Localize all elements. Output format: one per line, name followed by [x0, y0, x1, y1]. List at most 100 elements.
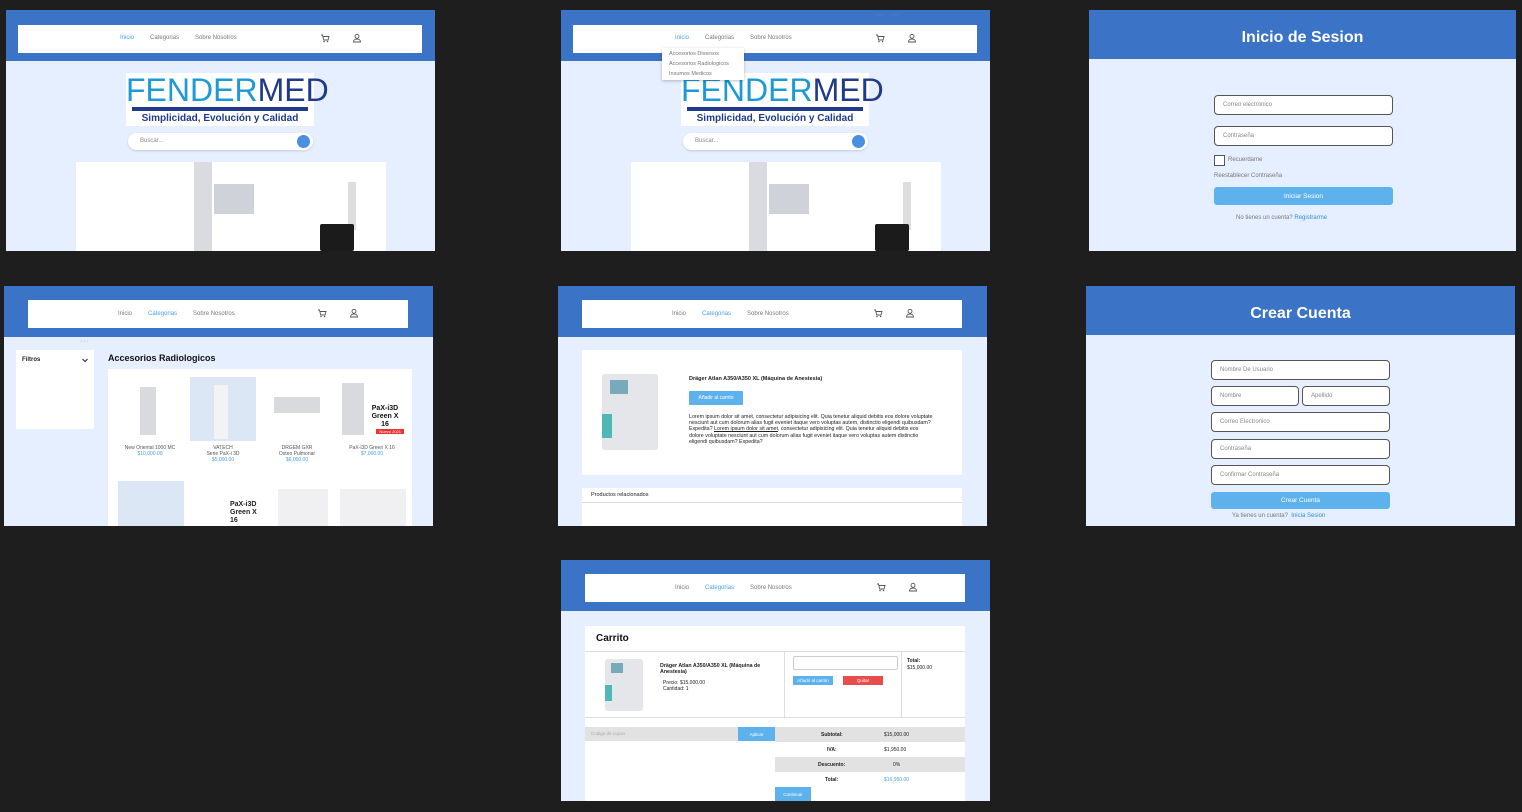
username-field[interactable]: Nombre De Usuario	[1211, 360, 1390, 380]
add-to-cart-button[interactable]: Añadir al carrito	[793, 676, 833, 685]
user-icon[interactable]	[905, 308, 915, 318]
filters-panel[interactable]: Filtros	[16, 350, 94, 429]
page-title: Crear Cuenta	[1250, 305, 1351, 322]
cart-icon[interactable]	[876, 582, 886, 592]
product-card[interactable]: New Oriental 1000 MC $10,000.00	[118, 377, 182, 457]
nav-categories[interactable]: Categorias	[705, 585, 734, 591]
frame-product-detail: Inicio Categorias Sobre Nosotros Dräger …	[558, 286, 987, 526]
categories-dropdown: Accesorios Diversos Accesorios Radiologi…	[662, 48, 744, 80]
related-products: Productos relacionados	[582, 488, 962, 526]
user-icon[interactable]	[349, 308, 359, 318]
product-grid: New Oriental 1000 MC $10,000.00 VATECH S…	[108, 369, 412, 526]
search-bar[interactable]: Buscar...	[683, 133, 868, 150]
user-icon[interactable]	[907, 33, 917, 43]
frame-cart: Inicio Categorias Sobre Nosotros Carrito…	[561, 560, 990, 801]
search-bar[interactable]: Buscar...	[128, 133, 313, 150]
nav-home[interactable]: Inicio	[675, 585, 689, 591]
frame-register: Crear Cuenta Nombre De Usuario Nombre Ap…	[1086, 286, 1515, 526]
cart-item-image	[605, 659, 643, 711]
search-input[interactable]: Buscar...	[140, 138, 163, 144]
page-title: Inicio de Sesion	[1241, 29, 1364, 46]
nav-about[interactable]: Sobre Nosotros	[193, 311, 235, 317]
nav-home[interactable]: Inicio	[118, 311, 132, 317]
detector-panel-image	[320, 224, 354, 251]
frame-home-dropdown: ··· ··· Inicio Categorias Sobre Nosotros…	[561, 10, 990, 251]
nav-categories[interactable]: Categorias	[148, 311, 177, 317]
product-image	[602, 374, 658, 450]
product-description: Lorem ipsum dolor sit amet, consectetur …	[689, 414, 933, 445]
nav-about[interactable]: Sobre Nosotros	[195, 35, 237, 41]
add-to-cart-button[interactable]: Añadir al carrito	[689, 391, 743, 405]
frame-home: Inicio Categorias Sobre Nosotros FENDERM…	[6, 10, 435, 251]
dropdown-item[interactable]: Accesorios Diversos	[662, 49, 744, 59]
navbar: Inicio Categorias Sobre Nosotros	[573, 25, 977, 53]
search-icon[interactable]	[297, 135, 310, 148]
navbar: Inicio Categorias Sobre Nosotros	[585, 574, 965, 602]
nav-categories[interactable]: Categorias	[705, 35, 734, 41]
remember-label: Recuerdame	[1228, 157, 1263, 163]
chevron-down-icon[interactable]	[82, 358, 88, 363]
dropdown-item[interactable]: Accesorios Radiologicos	[662, 59, 744, 69]
nav-home[interactable]: Inicio	[672, 311, 686, 317]
frame-login: Inicio de Sesion Correo electronico Cont…	[1089, 10, 1516, 251]
brand-logo: FENDERMED Simplicidad, Evolución y Calid…	[126, 72, 329, 126]
create-account-button[interactable]: Crear Cuenta	[1211, 492, 1390, 509]
product-detail-panel: Dräger Atlan A350/A350 XL (Máquina de An…	[582, 350, 962, 475]
product-card[interactable]	[118, 481, 184, 526]
nav-home[interactable]: Inicio	[675, 35, 689, 41]
cart-icon[interactable]	[873, 308, 883, 318]
quantity-input[interactable]	[793, 656, 898, 670]
new-badge: Nuevo 2021	[376, 429, 404, 434]
password-field[interactable]: Contraseña	[1211, 439, 1390, 459]
order-summary: Subtotal: $15,000.00 IVA: $1,950.00 Desc…	[775, 727, 965, 787]
last-name-field[interactable]: Apellido	[1302, 386, 1390, 406]
user-icon[interactable]	[352, 33, 362, 43]
password-field[interactable]: Contraseña	[1214, 126, 1393, 146]
product-card[interactable]: VATECH Serie PaX-i 3D $5,000.00	[190, 377, 256, 463]
hero-banner	[631, 162, 941, 251]
continue-button[interactable]: Continuar	[775, 787, 811, 801]
login-header: Inicio de Sesion	[1089, 10, 1516, 59]
nav-home[interactable]: Inicio	[120, 35, 134, 41]
related-heading: Productos relacionados	[591, 492, 649, 498]
pax-label: PaX-i3D Green X 16	[371, 405, 399, 428]
product-card[interactable]	[278, 489, 328, 526]
remember-checkbox[interactable]	[1214, 155, 1225, 166]
line-total-label: Total:	[907, 658, 921, 664]
user-icon[interactable]	[908, 582, 918, 592]
email-field[interactable]: Correo electronico	[1214, 95, 1393, 115]
apply-coupon-button[interactable]: Aplicar	[738, 727, 775, 741]
navbar: Inicio Categorias Sobre Nosotros	[28, 300, 408, 328]
nav-about[interactable]: Sobre Nosotros	[750, 35, 792, 41]
remove-button[interactable]: Quitar	[843, 676, 883, 685]
product-card[interactable]: DRGEM GXR Osteo Pulmonar $6,000.00	[264, 377, 330, 463]
no-account-text: No tienes un cuenta?	[1236, 215, 1293, 221]
cart-icon[interactable]	[320, 33, 330, 43]
cart-icon[interactable]	[875, 33, 885, 43]
cart-item-title: Dräger Atlan A350/A350 XL (Máquina de An…	[660, 663, 761, 675]
nav-about[interactable]: Sobre Nosotros	[747, 311, 789, 317]
product-card[interactable]: PaX-i3D Green X 16 Nuevo 2021 PaX-i3D Gr…	[338, 377, 406, 457]
nav-about[interactable]: Sobre Nosotros	[750, 585, 792, 591]
xray-machine-image	[194, 162, 212, 251]
reset-password-link[interactable]: Reestablecer Contraseña	[1214, 173, 1282, 179]
register-link[interactable]: Registrarme	[1294, 215, 1327, 221]
cart-icon[interactable]	[317, 308, 327, 318]
login-button[interactable]: Iniciar Sesion	[1214, 187, 1393, 205]
filters-label: Filtros	[22, 357, 41, 363]
product-card[interactable]: PaX-i3D Green X 16	[192, 481, 258, 526]
search-input[interactable]: Buscar...	[695, 138, 718, 144]
nav-categories[interactable]: Categorias	[150, 35, 179, 41]
confirm-password-field[interactable]: Confirmar Contraseña	[1211, 465, 1390, 485]
description-link[interactable]: Lorem ipsum dolor sit amet	[714, 426, 778, 432]
dropdown-item[interactable]: Insumos Medicos	[662, 69, 744, 79]
coupon-input[interactable]: Codigo de cupon	[585, 727, 738, 741]
login-link[interactable]: Inicia Sesion	[1291, 513, 1325, 519]
product-card[interactable]	[340, 489, 406, 526]
email-field[interactable]: Correo Electronico	[1211, 412, 1390, 432]
nav-categories[interactable]: Categorias	[702, 311, 731, 317]
cart-item-quantity: Cantidad: 1	[663, 686, 689, 692]
category-heading: Accesorios Radiologicos	[108, 353, 216, 363]
search-icon[interactable]	[852, 135, 865, 148]
first-name-field[interactable]: Nombre	[1211, 386, 1299, 406]
